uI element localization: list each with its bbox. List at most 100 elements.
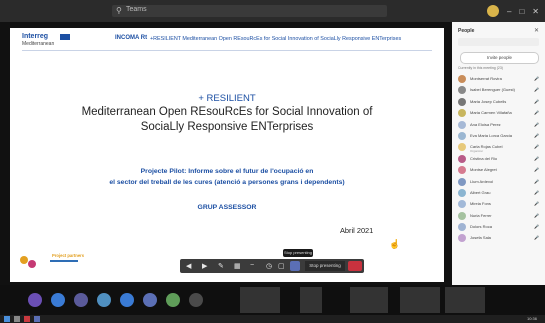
participant-avatar	[458, 223, 466, 232]
taskbar-icon[interactable]	[34, 316, 40, 322]
participant-avatar	[458, 75, 466, 83]
participant-avatar	[458, 97, 466, 106]
participant-row[interactable]: Nuria Ferrer 🎤	[458, 211, 541, 222]
participant-name: Nuria Ferrer	[470, 212, 492, 218]
mic-icon: 🎤	[534, 235, 539, 241]
participant-row[interactable]: Albert Grau 🎤	[458, 188, 541, 199]
panel-close-icon[interactable]: ✕	[534, 27, 539, 34]
participant-name: Montserrat Rovira	[470, 76, 502, 81]
slide-subtitle-line2: SociaLly Responsive ENTerprises	[140, 121, 314, 133]
participant-row[interactable]: Dolors Roca 🎤	[458, 222, 541, 233]
participant-avatar	[458, 177, 466, 186]
participant-row[interactable]: Carla Rojas Cubel 🎤 Organizer	[458, 142, 541, 153]
participant-bubble[interactable]	[28, 293, 42, 307]
presentation-toolbar: ◀ ▶ ✎ ▦ − ◷ ▢ Stop presenting	[180, 259, 364, 273]
video-tile[interactable]	[400, 287, 440, 313]
participant-avatar	[458, 234, 466, 243]
forward-icon[interactable]: ▶	[202, 262, 207, 270]
participant-name: Maria Josep Cubells	[470, 98, 507, 104]
participant-bubble[interactable]	[97, 293, 111, 307]
participant-row[interactable]: Isabel Berenguer (Guest) 🎤	[458, 85, 541, 96]
minus-icon[interactable]: −	[250, 262, 254, 269]
participant-name: Montse Alegret	[470, 167, 497, 173]
panel-search[interactable]	[458, 38, 539, 46]
participant-row[interactable]: Ana Eloisa Perez 🎤	[458, 120, 541, 131]
user-avatar[interactable]	[487, 5, 499, 17]
mic-icon: 🎤	[534, 178, 539, 184]
window-controls: – □ ✕	[487, 4, 539, 18]
participants-list: Montserrat Rovira 🎤 Isabel Berenguer (Gues…	[458, 74, 541, 245]
taskbar-icon[interactable]	[24, 316, 30, 322]
screen-icon[interactable]: ▢	[278, 262, 285, 270]
participant-row[interactable]: Josefa Sala 🎤	[458, 233, 541, 244]
participant-name: Josefa Sala	[470, 235, 491, 241]
close-icon[interactable]: ✕	[532, 7, 539, 16]
invite-people-button[interactable]: Invite people	[460, 52, 539, 64]
participant-row[interactable]: Montserrat Rovira 🎤	[458, 74, 541, 85]
participant-avatar	[458, 131, 466, 140]
participant-bubble[interactable]	[74, 293, 88, 307]
video-tile[interactable]	[300, 287, 322, 313]
participant-row[interactable]: Maria Josep Cubells 🎤	[458, 97, 541, 108]
participant-row[interactable]: Mireia Fons 🎤	[458, 199, 541, 210]
minimize-icon[interactable]: –	[507, 7, 511, 16]
video-tile[interactable]	[445, 287, 485, 313]
participant-row[interactable]: Montse Alegret 🎤	[458, 165, 541, 176]
mic-icon: 🎤	[534, 144, 539, 150]
partner-logo: INCOMA Rt	[115, 35, 148, 41]
slide-title: + RESILIENT	[198, 93, 256, 104]
video-tile[interactable]	[240, 287, 280, 313]
maximize-icon[interactable]: □	[519, 7, 524, 16]
participant-row[interactable]: Llum Ardevol 🎤	[458, 177, 541, 188]
back-icon[interactable]: ◀	[186, 262, 191, 270]
pen-icon[interactable]: ✎	[218, 262, 224, 270]
toolbar-tooltip: Stop presenting	[283, 249, 313, 257]
header-divider	[22, 50, 432, 51]
video-strip	[0, 285, 545, 315]
mic-icon: 🎤	[534, 224, 539, 230]
participant-name: Maria Carmen Villafaña	[470, 110, 512, 116]
partners-label: Project partners	[52, 253, 85, 258]
mic-icon: 🎤	[534, 121, 539, 127]
grid-icon[interactable]: ▦	[234, 262, 241, 270]
presentation-slide: Interreg Mediterranean INCOMA Rt +RESILI…	[10, 28, 444, 282]
participant-bubble[interactable]	[189, 293, 203, 307]
participant-role: Organizer	[470, 149, 484, 154]
share-active-icon[interactable]	[290, 261, 300, 271]
participant-bubble[interactable]	[166, 293, 180, 307]
slide-header: +RESILIENT Mediterranean Open REsouRcEs …	[150, 36, 402, 42]
timer-icon[interactable]: ◷	[266, 262, 272, 270]
taskbar-clock: 10:36	[526, 316, 537, 321]
participant-avatar	[458, 120, 466, 129]
group-label: GRUP ASSESSOR	[197, 204, 257, 211]
footer-logo	[18, 254, 40, 272]
mic-icon: 🎤	[534, 76, 539, 81]
participant-row[interactable]: Cristina del Rio 🎤	[458, 154, 541, 165]
participant-avatar	[458, 86, 466, 95]
taskbar-icon[interactable]	[14, 316, 20, 322]
participant-name: Mireia Fons	[470, 201, 491, 207]
mic-icon: 🎤	[534, 189, 539, 195]
video-tile[interactable]	[350, 287, 388, 313]
end-call-button[interactable]	[348, 261, 362, 271]
os-taskbar: 10:36	[0, 315, 545, 323]
participant-row[interactable]: Maria Carmen Villafaña 🎤	[458, 108, 541, 119]
pilot-line2: el sector del treball de les cures (aten…	[109, 179, 345, 186]
search-icon: ⚲	[116, 6, 122, 15]
participant-name: Dolors Roca	[470, 224, 493, 230]
participant-name: Ana Eloisa Perez	[470, 121, 501, 127]
participant-bubble[interactable]	[143, 293, 157, 307]
mic-icon: 🎤	[534, 155, 539, 161]
participant-avatar	[458, 200, 466, 209]
participant-bubble[interactable]	[120, 293, 134, 307]
search-box[interactable]: ⚲ Teams	[112, 5, 387, 17]
participant-bubble[interactable]	[51, 293, 65, 307]
stop-presenting-button[interactable]: Stop presenting	[305, 261, 345, 271]
participant-avatar	[458, 109, 466, 118]
mic-icon: 🎤	[534, 87, 539, 93]
participant-row[interactable]: Eva Maria Lorca Garcia 🎤	[458, 131, 541, 142]
people-panel: People ✕ Invite people Currently in this…	[452, 22, 545, 285]
participant-name: Llum Ardevol	[470, 178, 494, 184]
start-icon[interactable]	[4, 316, 10, 322]
mic-icon: 🎤	[534, 212, 539, 218]
